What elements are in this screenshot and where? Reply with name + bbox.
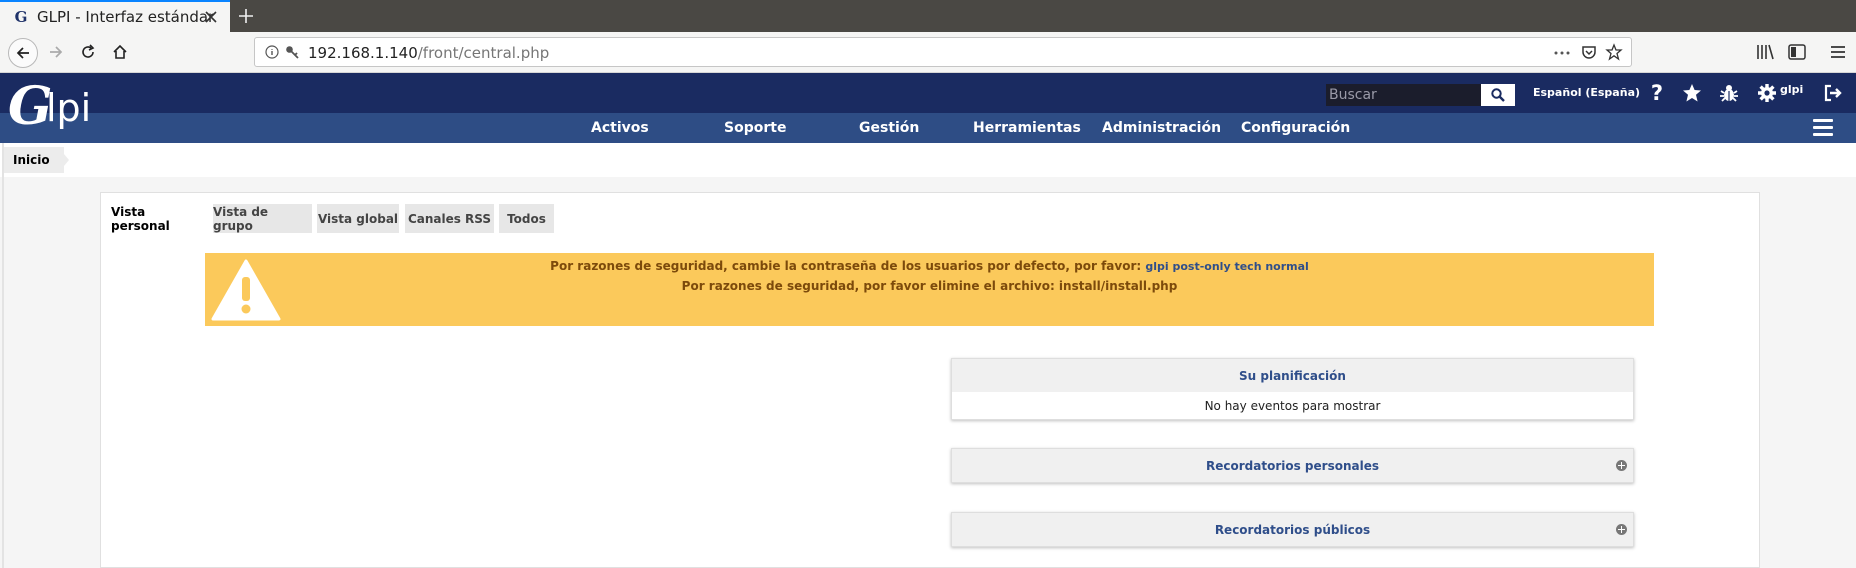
tab-vista-de-grupo[interactable]: Vista de grupo — [213, 204, 312, 233]
menu-activos[interactable]: Activos — [591, 120, 649, 136]
planning-empty-message: No hay eventos para mostrar — [1204, 398, 1381, 413]
security-warning: Por razones de seguridad, cambie la cont… — [205, 253, 1654, 326]
logo-text: lpi — [46, 86, 92, 130]
gear-icon[interactable] — [1755, 81, 1779, 105]
glpi-logo[interactable]: G lpi — [8, 76, 108, 140]
default-users-link[interactable]: glpi post-only tech normal — [1145, 260, 1308, 273]
menu-gestion[interactable]: Gestión — [859, 120, 919, 136]
browser-navbar: 192.168.1.140/front/central.php — [0, 32, 1856, 73]
warning-passwords-text: Por razones de seguridad, cambie la cont… — [550, 259, 1142, 273]
add-personal-reminder-icon[interactable] — [1616, 460, 1627, 471]
sidebar-icon[interactable] — [1788, 44, 1806, 60]
breadcrumb-home-label: Inicio — [13, 153, 50, 167]
glpi-favicon-icon: G — [14, 8, 28, 26]
pocket-icon[interactable] — [1581, 44, 1597, 60]
personal-reminders-widget: Recordatorios personales — [951, 448, 1634, 483]
library-icon[interactable] — [1756, 44, 1774, 60]
language-selector[interactable]: Español (España) — [1533, 86, 1640, 99]
left-border — [2, 143, 4, 568]
menu-administracion[interactable]: Administración — [1102, 120, 1221, 136]
home-icon[interactable] — [106, 38, 134, 66]
new-tab-icon[interactable] — [234, 4, 258, 28]
global-search — [1326, 84, 1515, 106]
browser-tab-title: GLPI - Interfaz estándar — [37, 8, 215, 26]
personal-reminders-header[interactable]: Recordatorios personales — [952, 449, 1633, 482]
browser-tabbar: G GLPI - Interfaz estándar — [0, 0, 1856, 32]
user-name[interactable]: glpi — [1780, 83, 1803, 96]
url-host: 192.168.1.140 — [308, 44, 418, 62]
search-input[interactable] — [1326, 84, 1481, 106]
forward-icon[interactable] — [42, 38, 70, 66]
bookmark-star-icon[interactable] — [1605, 43, 1623, 61]
search-icon — [1491, 88, 1505, 102]
reload-icon[interactable] — [74, 38, 102, 66]
breadcrumb-arrow — [58, 147, 69, 173]
menu-herramientas[interactable]: Herramientas — [973, 120, 1081, 136]
public-reminders-title: Recordatorios públicos — [1214, 522, 1371, 537]
main-menu-bar — [0, 113, 1856, 143]
more-icon[interactable] — [1553, 46, 1571, 60]
breadcrumb: Inicio — [0, 143, 1856, 177]
add-public-reminder-icon[interactable] — [1616, 524, 1627, 535]
logout-icon[interactable] — [1821, 81, 1845, 105]
menu-soporte[interactable]: Soporte — [724, 120, 786, 136]
url-path: /front/central.php — [417, 44, 550, 62]
breadcrumb-home[interactable]: Inicio — [4, 147, 64, 173]
planning-title[interactable]: Su planificación — [952, 359, 1633, 392]
debug-bug-icon[interactable] — [1717, 81, 1741, 105]
url-text: 192.168.1.140/front/central.php — [308, 44, 549, 62]
favorites-star-icon[interactable] — [1680, 81, 1704, 105]
public-reminders-widget: Recordatorios públicos — [951, 512, 1634, 547]
tab-vista-global[interactable]: Vista global — [317, 204, 399, 233]
help-icon[interactable]: ? — [1645, 81, 1669, 105]
menu-icon[interactable] — [1830, 44, 1846, 60]
planning-widget: Su planificación No hay eventos para mos… — [951, 358, 1634, 420]
personal-reminders-title: Recordatorios personales — [1206, 458, 1379, 473]
info-icon[interactable] — [265, 45, 279, 59]
warning-line-install: Por razones de seguridad, por favor elim… — [681, 279, 1178, 293]
browser-tab[interactable]: G GLPI - Interfaz estándar — [0, 0, 230, 32]
public-reminders-header[interactable]: Recordatorios públicos — [952, 513, 1633, 546]
url-bar[interactable]: 192.168.1.140/front/central.php — [254, 37, 1632, 67]
tab-vista-personal[interactable]: Vista personal — [111, 204, 208, 233]
tab-todos[interactable]: Todos — [499, 204, 554, 233]
menu-configuracion[interactable]: Configuración — [1241, 120, 1350, 136]
back-icon[interactable] — [8, 38, 38, 68]
warning-line-passwords: Por razones de seguridad, cambie la cont… — [205, 259, 1654, 273]
tab-canales-rss[interactable]: Canales RSS — [405, 204, 494, 233]
close-tab-icon[interactable] — [202, 8, 220, 26]
search-button[interactable] — [1481, 84, 1515, 106]
key-icon[interactable] — [285, 45, 299, 59]
hamburger-menu-icon[interactable] — [1813, 119, 1833, 137]
